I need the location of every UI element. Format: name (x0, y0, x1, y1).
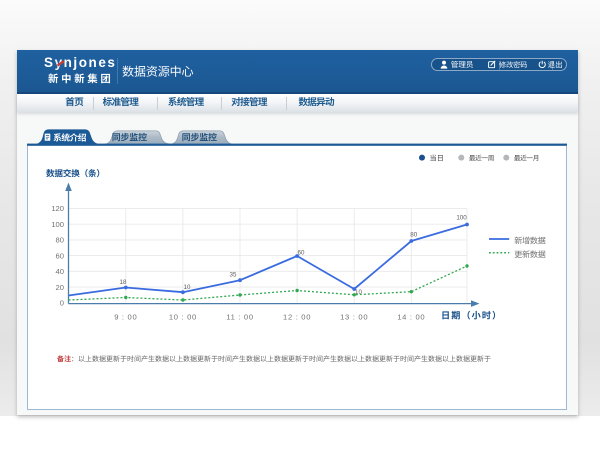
svg-text:11 : 00: 11 : 00 (226, 313, 254, 322)
svg-text:10 : 00: 10 : 00 (169, 313, 197, 322)
svg-text:60: 60 (298, 250, 305, 257)
svg-text:40: 40 (56, 267, 64, 276)
svg-text:10: 10 (184, 284, 191, 291)
svg-text:13 : 00: 13 : 00 (340, 313, 368, 322)
svg-text:18: 18 (120, 279, 127, 286)
svg-text:80: 80 (56, 236, 64, 245)
svg-text:120: 120 (51, 204, 64, 213)
svg-text:80: 80 (410, 232, 417, 239)
svg-text:100: 100 (51, 220, 64, 229)
svg-text:9 : 00: 9 : 00 (114, 313, 137, 322)
svg-text:10: 10 (355, 289, 362, 296)
svg-text:0: 0 (60, 299, 64, 308)
svg-text:60: 60 (56, 251, 64, 260)
svg-text:20: 20 (56, 283, 64, 292)
svg-text:35: 35 (230, 272, 237, 279)
svg-text:100: 100 (456, 215, 467, 222)
svg-text:14 : 00: 14 : 00 (397, 313, 425, 322)
svg-text:12 : 00: 12 : 00 (283, 313, 311, 322)
